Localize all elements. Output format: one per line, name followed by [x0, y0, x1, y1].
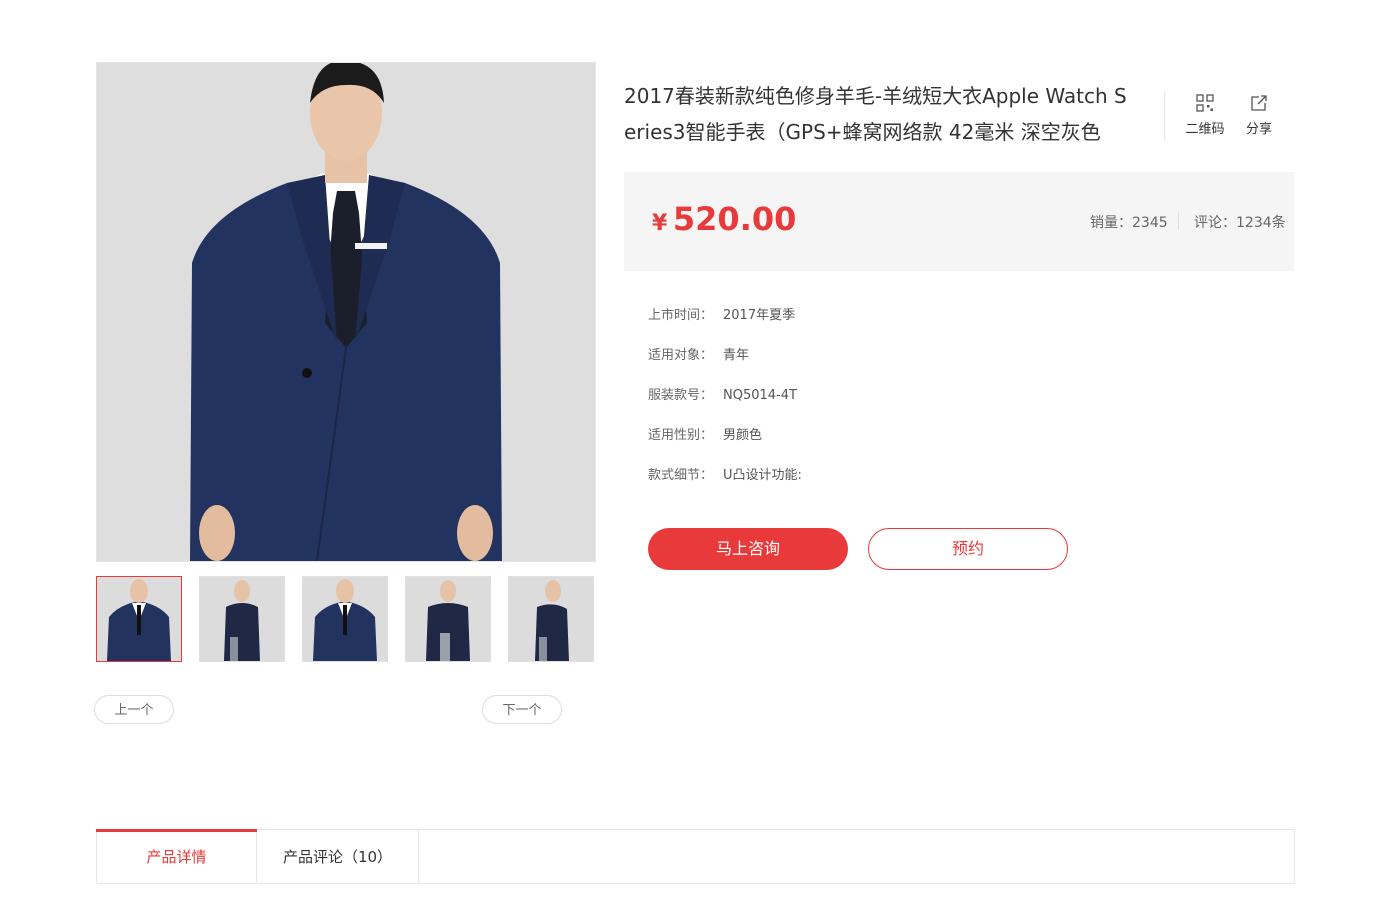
- share-label: 分享: [1245, 122, 1272, 137]
- next-image-button[interactable]: 下一个: [482, 695, 562, 724]
- attribute-row: 适用对象： 青年: [648, 344, 749, 363]
- comments-count: 评论：1234条: [1194, 215, 1286, 231]
- currency-symbol: ¥: [652, 211, 668, 236]
- consult-button[interactable]: 马上咨询: [648, 528, 848, 570]
- stat-divider: [1178, 212, 1179, 230]
- attribute-value: NQ5014-4T: [723, 388, 797, 403]
- attribute-row: 上市时间： 2017年夏季: [648, 304, 795, 323]
- thumbnail-4[interactable]: [405, 576, 491, 662]
- product-title: 2017春装新款纯色修身羊毛-羊绒短大衣Apple Watch Series3智…: [624, 84, 1127, 144]
- attribute-row: 款式细节： U凸设计功能:: [648, 464, 802, 483]
- thumbnail-5[interactable]: [508, 576, 594, 662]
- price-value: 520.00: [672, 200, 797, 238]
- attribute-row: 服装款号： NQ5014-4T: [648, 384, 797, 403]
- sales-count: 销量：2345: [1090, 215, 1168, 231]
- share-icon: [1251, 95, 1267, 111]
- attribute-value: 青年: [723, 348, 750, 363]
- attribute-label: 适用对象：: [648, 348, 714, 363]
- thumbnail-3[interactable]: [302, 576, 388, 662]
- attribute-label: 服装款号：: [648, 388, 714, 403]
- title-divider: [1164, 90, 1165, 142]
- prev-image-button[interactable]: 上一个: [94, 695, 174, 724]
- thumbnail-1[interactable]: [96, 576, 182, 662]
- main-product-image: [96, 62, 596, 562]
- share-button[interactable]: 分享: [1234, 94, 1284, 137]
- attribute-row: 适用性别： 男颜色: [648, 424, 762, 443]
- tab-product-details[interactable]: 产品详情: [96, 829, 257, 884]
- attribute-value: 男颜色: [723, 428, 763, 443]
- qrcode-icon: [1196, 94, 1214, 112]
- thumbnail-2[interactable]: [199, 576, 285, 662]
- attribute-label: 适用性别：: [648, 428, 714, 443]
- attribute-value: 2017年夏季: [723, 308, 796, 323]
- attribute-value: U凸设计功能:: [723, 468, 802, 483]
- tab-product-reviews[interactable]: 产品评论（10）: [257, 830, 419, 884]
- qrcode-label: 二维码: [1185, 122, 1225, 137]
- attribute-label: 款式细节：: [648, 468, 714, 483]
- reserve-button[interactable]: 预约: [868, 528, 1068, 570]
- qrcode-button[interactable]: 二维码: [1180, 94, 1230, 137]
- detail-tabs: 产品详情 产品评论（10）: [96, 829, 1295, 884]
- attribute-label: 上市时间：: [648, 308, 714, 323]
- price: ¥ 520.00: [652, 200, 796, 238]
